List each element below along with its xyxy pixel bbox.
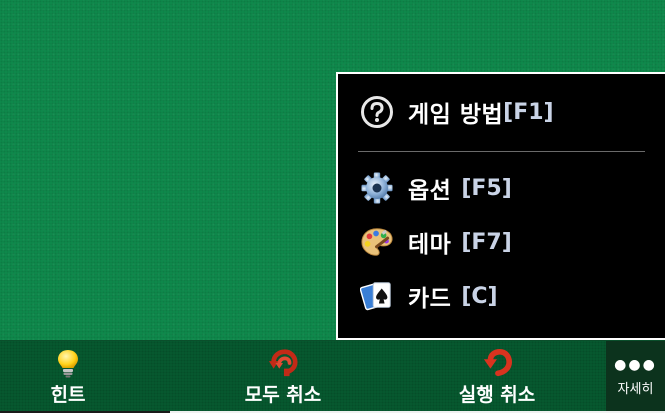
lightbulb-icon: [53, 348, 83, 378]
help-circle-icon: [360, 95, 394, 129]
bottom-toolbar: 힌트 모두 취소 실행 취소 ●●● 자세히: [0, 340, 665, 413]
menu-item-cards[interactable]: 카드 [C]: [360, 276, 498, 316]
more-dots-icon: ●●●: [614, 357, 657, 373]
undo-button[interactable]: 실행 취소: [432, 341, 562, 413]
more-label: 자세히: [617, 382, 654, 397]
shortcut-key: [C]: [461, 283, 498, 309]
menu-item-theme[interactable]: 테마 [F7]: [360, 222, 512, 262]
undo-icon: [482, 348, 512, 378]
undo-all-label: 모두 취소: [244, 384, 322, 406]
more-button[interactable]: ●●● 자세히: [606, 341, 665, 413]
shortcut-key: [F5]: [461, 175, 512, 201]
menu-item-label: 테마: [408, 232, 452, 258]
undo-all-icon: [268, 348, 298, 378]
hint-label: 힌트: [50, 384, 86, 406]
undo-label: 실행 취소: [458, 384, 536, 406]
menu-item-label: 게임 방법: [408, 102, 504, 128]
gear-icon: [360, 171, 394, 205]
shortcut-key: [F7]: [461, 229, 512, 255]
menu-item-label: 옵션: [408, 178, 452, 204]
shortcut-key: [F1]: [503, 99, 554, 125]
menu-item-options[interactable]: 옵션 [F5]: [360, 168, 512, 208]
solitaire-window: 게임 방법 [F1] 옵션 [F5] 테마 [F7] 카드 [C] 힌트 모두 …: [0, 0, 665, 413]
undo-all-button[interactable]: 모두 취소: [218, 341, 348, 413]
hint-button[interactable]: 힌트: [30, 341, 106, 413]
menu-item-how-to-play[interactable]: 게임 방법 [F1]: [360, 92, 554, 132]
cards-icon: [360, 279, 394, 313]
options-menu: 게임 방법 [F1] 옵션 [F5] 테마 [F7] 카드 [C]: [336, 72, 665, 340]
menu-divider: [358, 151, 645, 152]
menu-item-label: 카드: [408, 286, 452, 312]
palette-icon: [360, 225, 394, 259]
